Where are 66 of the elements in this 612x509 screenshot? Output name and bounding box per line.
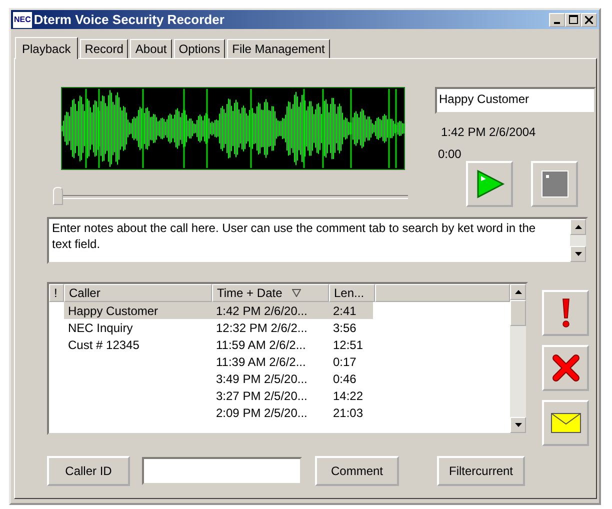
table-cell-text: 21:03 xyxy=(332,406,364,420)
tab[interactable]: File Management xyxy=(227,39,330,58)
maximize-icon xyxy=(568,15,578,24)
up-arrow-icon xyxy=(514,290,522,294)
tab[interactable]: Record xyxy=(80,39,128,58)
table-cell-text: 3:56 xyxy=(332,320,358,334)
scroll-down-button[interactable] xyxy=(510,417,526,433)
table-cell-text: 1:42 PM 2/6/20... xyxy=(215,304,308,318)
table-row[interactable]: 3:49 PM 2/5/20... 0:46 xyxy=(64,370,373,387)
play-button[interactable] xyxy=(466,161,513,207)
scroll-up-button[interactable] xyxy=(510,284,526,300)
scrollbar-track[interactable] xyxy=(510,284,526,433)
stop-icon xyxy=(540,170,568,198)
flag-button[interactable] xyxy=(542,290,589,336)
table-cell-text: 0:46 xyxy=(332,372,358,386)
delete-icon xyxy=(552,354,580,382)
window-title: Dterm Voice Security Recorder xyxy=(34,12,226,27)
table-cell-text: 2:09 PM 2/5/20... xyxy=(215,406,308,420)
table-cell-text: 12:51 xyxy=(332,338,364,352)
table-cell-text: 11:59 AM 2/6/2... xyxy=(215,338,307,352)
scroll-thumb[interactable] xyxy=(510,300,526,326)
column-header[interactable]: Caller xyxy=(64,284,212,302)
table-cell-text: 11:39 AM 2/6/2... xyxy=(215,354,307,368)
delete-button[interactable] xyxy=(542,345,589,391)
table-row[interactable]: Cust # 12345 11:59 AM 2/6/2... 12:51 xyxy=(64,336,373,353)
play-icon xyxy=(474,169,504,199)
table-row[interactable]: Happy Customer 1:42 PM 2/6/20... 2:41 xyxy=(64,302,373,319)
table-row[interactable]: 11:39 AM 2/6/2... 0:17 xyxy=(64,353,373,370)
tab[interactable]: Playback xyxy=(15,37,78,59)
table-cell-text: 2:41 xyxy=(332,304,358,318)
table-row[interactable]: NEC Inquiry 12:32 PM 2/6/2... 3:56 xyxy=(64,319,373,336)
table-cell-text: 3:49 PM 2/5/20... xyxy=(215,372,308,386)
minimize-button[interactable] xyxy=(549,12,565,26)
filter-current-button[interactable]: Filtercurrent xyxy=(437,456,525,486)
caller-name-field[interactable]: Happy Customer xyxy=(435,87,596,114)
column-header[interactable]: ! xyxy=(49,284,64,302)
table-row[interactable]: 3:27 PM 2/5/20... 14:22 xyxy=(64,387,373,404)
exclamation-icon xyxy=(560,298,572,328)
minimize-icon xyxy=(554,22,560,24)
tab[interactable]: About xyxy=(130,39,172,58)
table-cell-text: NEC Inquiry xyxy=(67,320,134,334)
search-field[interactable] xyxy=(142,457,302,485)
close-button[interactable] xyxy=(581,12,597,26)
stop-button[interactable] xyxy=(531,161,578,207)
column-header[interactable]: Time + Date xyxy=(212,284,329,302)
table-row[interactable]: 2:09 PM 2/5/20... 21:03 xyxy=(64,404,373,421)
call-time: 1:42 PM 2/6/2004 xyxy=(441,125,536,139)
table-cell-text: 12:32 PM 2/6/2... xyxy=(215,320,308,334)
sort-arrow-icon xyxy=(292,289,302,297)
maximize-button[interactable] xyxy=(565,12,581,26)
table-cell-text: 14:22 xyxy=(332,388,364,402)
tab[interactable]: Options xyxy=(174,39,226,58)
app-logo: NEC xyxy=(13,12,32,28)
email-button[interactable] xyxy=(542,400,589,446)
table-cell-text: Happy Customer xyxy=(67,304,160,318)
slider-thumb[interactable] xyxy=(53,187,63,205)
comment-button[interactable]: Comment xyxy=(315,456,399,486)
caller-id-button[interactable]: Caller ID xyxy=(47,456,130,486)
column-header[interactable]: Len... xyxy=(329,284,375,302)
playback-position: 0:00 xyxy=(438,147,462,161)
envelope-icon xyxy=(550,413,580,433)
table-cell-text: 0:17 xyxy=(332,354,358,368)
table-cell-text: Cust # 12345 xyxy=(67,338,140,352)
table-cell-text: 3:27 PM 2/5/20... xyxy=(215,388,308,402)
down-arrow-icon xyxy=(514,423,522,427)
close-icon xyxy=(585,16,593,24)
